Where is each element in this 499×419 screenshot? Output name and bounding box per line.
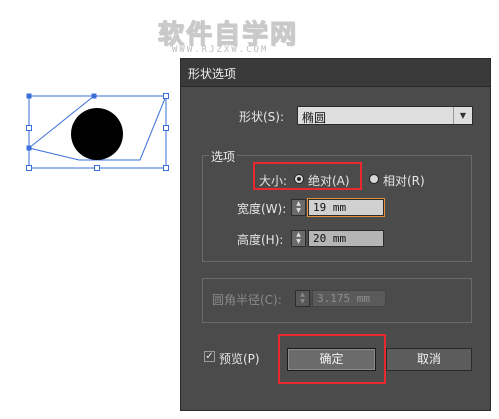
relative-radio[interactable] <box>369 174 379 184</box>
anchor-handle[interactable] <box>163 125 169 131</box>
anchor-handle[interactable] <box>94 165 100 171</box>
watermark: 软件自学网 WWW.RJZXW.COM <box>157 14 308 62</box>
width-label: 宽度(W): <box>237 202 287 216</box>
dialog-titlebar[interactable]: 形状选项 <box>181 59 490 87</box>
corner-radius-label: 圆角半径(C): <box>212 293 282 307</box>
anchor-handle[interactable] <box>26 145 32 151</box>
shape-select-value: 椭圆 <box>302 111 327 125</box>
shape-label: 形状(S): <box>239 110 285 124</box>
checkmark-icon: ✓ <box>205 351 214 362</box>
watermark-url: WWW.RJZXW.COM <box>172 45 269 55</box>
preview-label[interactable]: 预览(P) <box>219 350 260 367</box>
selected-artwork[interactable] <box>24 90 174 176</box>
anchor-handle[interactable] <box>26 165 32 171</box>
preview-checkbox[interactable]: ✓ <box>204 351 215 362</box>
ellipse-shape[interactable] <box>71 108 123 160</box>
anchor-handle[interactable] <box>26 93 32 99</box>
height-label: 高度(H): <box>237 233 284 247</box>
height-input[interactable]: 20 mm <box>308 230 384 247</box>
corner-radius-spinner-icon: ▲ ▼ <box>295 290 310 307</box>
size-highlight-box <box>253 162 362 190</box>
chevron-down-icon[interactable]: ▼ <box>453 107 472 124</box>
ok-highlight-box <box>278 334 386 384</box>
height-spinner-icon[interactable]: ▲ ▼ <box>291 230 306 247</box>
anchor-handle[interactable] <box>26 125 32 131</box>
anchor-handle[interactable] <box>163 165 169 171</box>
width-spinner-icon[interactable]: ▲ ▼ <box>291 199 306 216</box>
anchor-handle[interactable] <box>163 93 169 99</box>
options-group-legend: 选项 <box>209 148 238 165</box>
corner-radius-input: 3.175 mm <box>312 290 386 307</box>
shape-options-dialog: 形状选项 形状(S): 椭圆 ▼ 选项 大小: 绝对(A) 相对(R) 宽度(W… <box>180 58 491 411</box>
relative-label[interactable]: 相对(R) <box>383 172 425 189</box>
cancel-button[interactable]: 取消 <box>386 348 472 371</box>
dialog-title: 形状选项 <box>188 67 237 81</box>
shape-select[interactable]: 椭圆 ▼ <box>297 106 473 125</box>
width-input[interactable]: 19 mm <box>308 199 384 216</box>
anchor-handle[interactable] <box>91 93 97 99</box>
